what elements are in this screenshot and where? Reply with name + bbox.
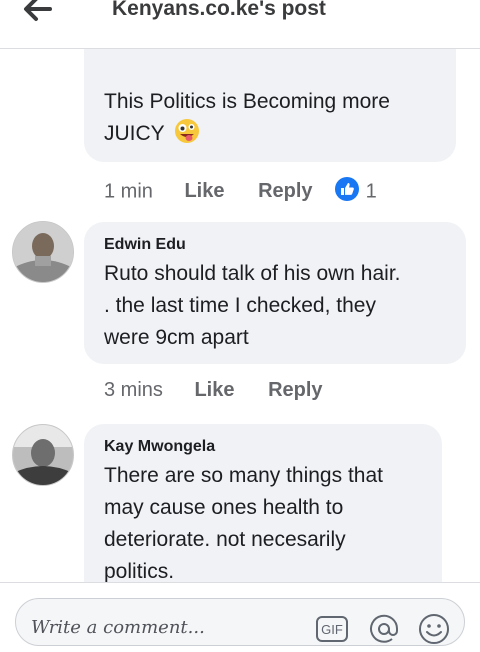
- comment-input[interactable]: Write a comment...: [31, 617, 205, 638]
- comment-author[interactable]: Kay Mwongela: [104, 438, 215, 456]
- reaction-count: 1: [365, 180, 377, 203]
- like-link[interactable]: Like: [194, 379, 234, 401]
- comment-time: 1 min: [104, 180, 153, 203]
- comment-text: There are so many things that may cause …: [104, 464, 383, 582]
- avatar-edwin-edu[interactable]: [12, 221, 74, 283]
- comment-meta: 3 mins Like Reply: [104, 379, 323, 402]
- at-icon[interactable]: [366, 611, 402, 647]
- divider: [0, 582, 480, 583]
- comment-meta: 1 min Like Reply 1: [104, 176, 377, 208]
- comment-author[interactable]: Edwin Edu: [104, 236, 186, 254]
- comment-time: 3 mins: [104, 379, 163, 401]
- page-title: Kenyans.co.ke's post: [112, 0, 326, 20]
- comments-feed: This Politics is Becoming more JUICY 1 m…: [0, 0, 480, 582]
- zany-face-emoji: [174, 118, 200, 154]
- comment-text: This Politics is Becoming more JUICY: [104, 86, 390, 154]
- avatar-kay-mwongela[interactable]: [12, 424, 74, 486]
- comment-bubble[interactable]: Kay Mwongela There are so many things th…: [84, 424, 442, 582]
- like-link[interactable]: Like: [184, 180, 224, 202]
- post-header: Kenyans.co.ke's post: [0, 0, 480, 49]
- comment-text: Ruto should talk of his own hair. . the …: [104, 262, 401, 349]
- reply-link[interactable]: Reply: [258, 180, 312, 202]
- smiley-icon[interactable]: [416, 611, 452, 647]
- comment-bubble[interactable]: Edwin Edu Ruto should talk of his own ha…: [84, 222, 466, 364]
- gif-icon[interactable]: GIF: [314, 611, 350, 647]
- reply-link[interactable]: Reply: [268, 379, 322, 401]
- arrow-left-icon[interactable]: [20, 0, 54, 24]
- gif-label: GIF: [321, 622, 343, 637]
- thumbs-up-icon: [334, 176, 360, 208]
- comment-composer[interactable]: Write a comment... GIF: [15, 598, 465, 646]
